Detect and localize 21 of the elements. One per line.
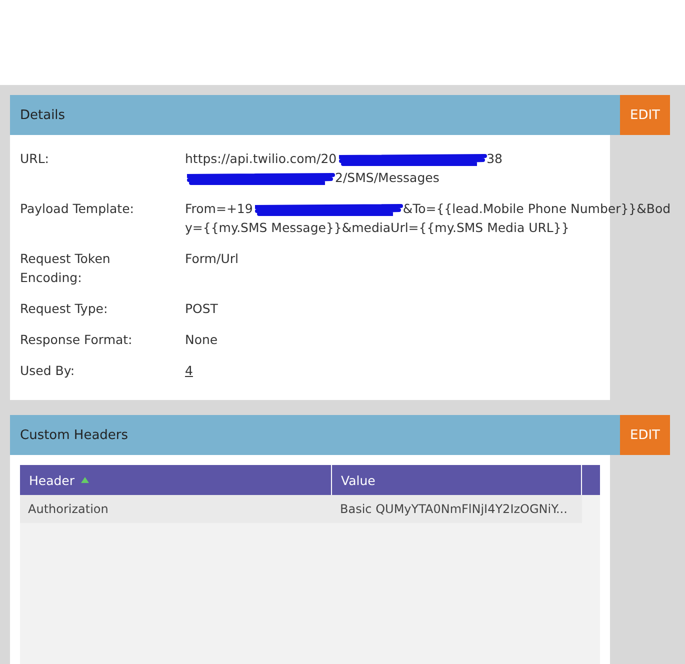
- field-label: Request Type:: [20, 300, 109, 318]
- field-value: y={{my.SMS Message}}&mediaUrl={{my.SMS Media URL}}: [185, 220, 570, 235]
- field-value: 2/SMS/Messages: [335, 170, 440, 185]
- field-value: https://api.twilio.com/20: [185, 151, 337, 166]
- field-value: POST: [185, 301, 218, 316]
- field-label: Request Token Encoding:: [20, 250, 112, 287]
- field-label: Used By:: [20, 362, 76, 380]
- table-cell: Basic QUMyYTA0NmFlNjI4Y2IzOGNiY...: [332, 495, 582, 523]
- field-value: 38: [486, 151, 503, 166]
- sort-icon: [80, 477, 89, 483]
- used-by-link[interactable]: 4: [185, 363, 193, 378]
- field-label: URL:: [20, 150, 50, 168]
- field-value: &To={{lead.Mobile Phone Number}}&Bod: [402, 201, 671, 216]
- field-value: None: [185, 332, 218, 347]
- field-value: From=+19: [185, 201, 253, 216]
- table-cell: Authorization: [20, 495, 332, 523]
- field-label: Payload Template:: [20, 200, 135, 218]
- panel-header: Details: [10, 95, 620, 135]
- field-value: Form/Url: [185, 251, 238, 266]
- panel-header: Custom Headers: [10, 415, 620, 455]
- field-label: Response Format:: [20, 331, 134, 349]
